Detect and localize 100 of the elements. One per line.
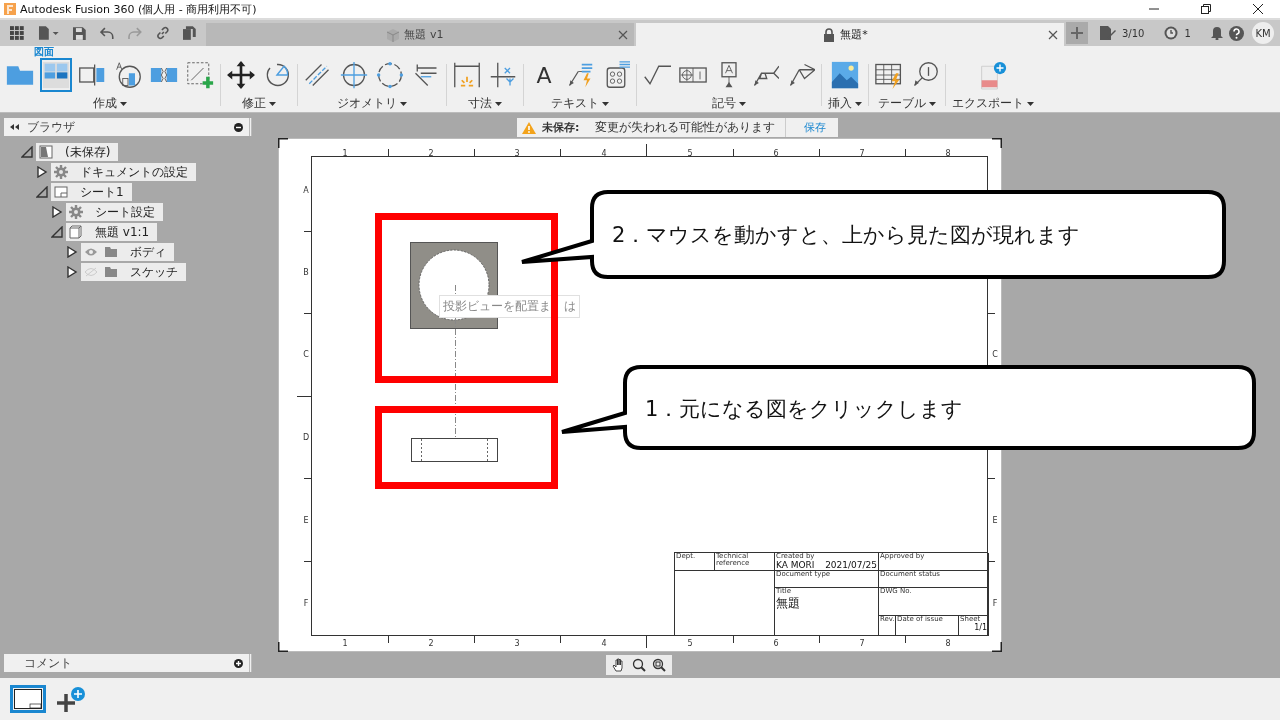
ruler-label: 3 — [514, 148, 520, 158]
center-mark-icon — [340, 59, 368, 91]
caret-icon — [495, 101, 502, 106]
caret-icon — [855, 101, 862, 106]
user-avatar[interactable]: KM — [1252, 22, 1274, 44]
plus-circle-icon[interactable] — [234, 658, 243, 668]
link-icon[interactable] — [155, 26, 170, 40]
app-logo-icon — [4, 3, 16, 15]
panel-title: ブラウザ — [27, 118, 75, 136]
creation-date: 2021/07/25 — [825, 560, 877, 570]
caret-icon — [120, 101, 127, 106]
tree-item[interactable]: シート1 — [51, 183, 132, 201]
detail-view-icon — [114, 59, 142, 91]
front-view-drawing[interactable] — [411, 438, 498, 462]
panel-title: コメント — [23, 654, 72, 672]
document-tab[interactable]: 無題 v1 — [206, 23, 634, 46]
close-icon[interactable] — [1252, 3, 1264, 15]
collapsed-toggle-icon[interactable] — [66, 246, 78, 258]
save-button[interactable]: 保存 — [792, 120, 839, 135]
group-menu-button[interactable]: 記号 — [710, 93, 748, 114]
projected-view-tool-button[interactable] — [40, 58, 72, 92]
group-menu-button[interactable]: 作成 — [91, 93, 129, 114]
group-menu-button[interactable]: テキスト — [549, 93, 611, 114]
save-icon[interactable] — [73, 26, 87, 40]
text-tool-button[interactable]: A — [528, 58, 560, 92]
image-icon — [831, 59, 859, 91]
ruler-label: 5 — [687, 638, 693, 648]
clock-icon[interactable] — [1164, 26, 1179, 40]
sheet-number: 1/1 — [974, 623, 987, 632]
callout-text: 1．元になる図をクリックします — [645, 396, 964, 423]
status-message: 変更が失われる可能性があります — [595, 118, 787, 137]
caret-icon — [1027, 101, 1034, 106]
expanded-toggle-icon[interactable] — [21, 146, 33, 158]
sketch-icon — [186, 59, 214, 91]
tree-item[interactable]: スケッチ — [81, 263, 186, 281]
collapsed-toggle-icon[interactable] — [36, 166, 48, 178]
restore-icon[interactable] — [1200, 3, 1212, 15]
sheet-icon — [54, 185, 68, 199]
tooltip-text: は — [564, 298, 576, 315]
caret-icon — [602, 101, 609, 106]
ruler-label: 7 — [859, 148, 865, 158]
group-menu-button[interactable]: 寸法 — [466, 93, 504, 114]
tree-item[interactable]: ボディ — [81, 243, 174, 261]
new-tab-button[interactable] — [1066, 22, 1088, 44]
ruler-label: 2 — [428, 148, 434, 158]
group-menu-button[interactable]: ジオメトリ — [335, 93, 409, 114]
zoom-icon[interactable] — [632, 658, 646, 672]
apps-grid-icon[interactable] — [10, 26, 24, 40]
tree-item[interactable]: シート設定 — [66, 203, 163, 221]
folder-icon — [104, 245, 118, 259]
folder-icon — [104, 265, 118, 279]
expanded-toggle-icon[interactable] — [36, 186, 48, 198]
expanded-toggle-icon[interactable] — [51, 226, 63, 238]
sheet-thumbnail[interactable] — [10, 685, 46, 713]
drawing-icon — [39, 145, 53, 159]
center-pattern-icon — [376, 59, 404, 91]
cube-icon — [386, 27, 401, 42]
group-menu-button[interactable]: 修正 — [240, 93, 278, 114]
collapse-icon[interactable] — [10, 124, 19, 130]
group-menu-button[interactable]: エクスポート — [950, 93, 1036, 114]
callout-text: 2．マウスを動かすと、上から見た図が現れます — [612, 222, 1081, 249]
gear-icon — [69, 205, 83, 219]
caret-icon — [269, 101, 276, 106]
group-menu-button[interactable]: 挿入 — [826, 93, 864, 114]
ruler-label: 3 — [514, 638, 520, 648]
ruler-label: E — [303, 515, 309, 525]
ruler-label: F — [992, 598, 998, 608]
document-tab[interactable]: 無題* — [636, 23, 1064, 46]
group-menu-button[interactable]: テーブル — [876, 93, 938, 114]
file-menu-icon[interactable] — [37, 26, 60, 40]
new-sheet-icon[interactable] — [56, 686, 86, 712]
ruler-label: 8 — [945, 638, 951, 648]
sheet-icon — [14, 689, 42, 709]
ruler-label: A — [303, 185, 309, 195]
undo-icon[interactable] — [100, 27, 114, 39]
tree-item[interactable]: ドキュメントの設定 — [51, 163, 196, 181]
close-icon[interactable] — [1048, 29, 1058, 40]
zoom-fit-icon[interactable] — [652, 658, 666, 672]
documents-icon[interactable] — [183, 26, 196, 40]
gear-icon — [54, 165, 68, 179]
collapsed-toggle-icon[interactable] — [51, 206, 63, 218]
job-status-icon[interactable] — [1100, 26, 1116, 40]
ruler-label: 6 — [773, 148, 779, 158]
bell-icon[interactable] — [1210, 26, 1223, 40]
tree-item[interactable]: 無題 v1:1 — [66, 223, 158, 241]
caret-icon — [739, 101, 746, 106]
ruler-label: C — [303, 349, 309, 359]
pan-hand-icon[interactable] — [612, 658, 626, 672]
projected-view-icon — [42, 59, 70, 91]
collapsed-toggle-icon[interactable] — [66, 266, 78, 278]
minus-circle-icon[interactable] — [234, 122, 243, 132]
ruler-label: 1 — [342, 148, 348, 158]
help-icon[interactable] — [1228, 25, 1244, 41]
tree-item[interactable]: (未保存) — [36, 143, 119, 161]
ruler-label: 6 — [773, 638, 779, 648]
status-label: 未保存: — [542, 120, 580, 135]
ruler-label: B — [303, 267, 309, 277]
ruler-label: 2 — [428, 638, 434, 648]
ruler-label: 5 — [687, 148, 693, 158]
ruler-label: D — [302, 432, 310, 442]
